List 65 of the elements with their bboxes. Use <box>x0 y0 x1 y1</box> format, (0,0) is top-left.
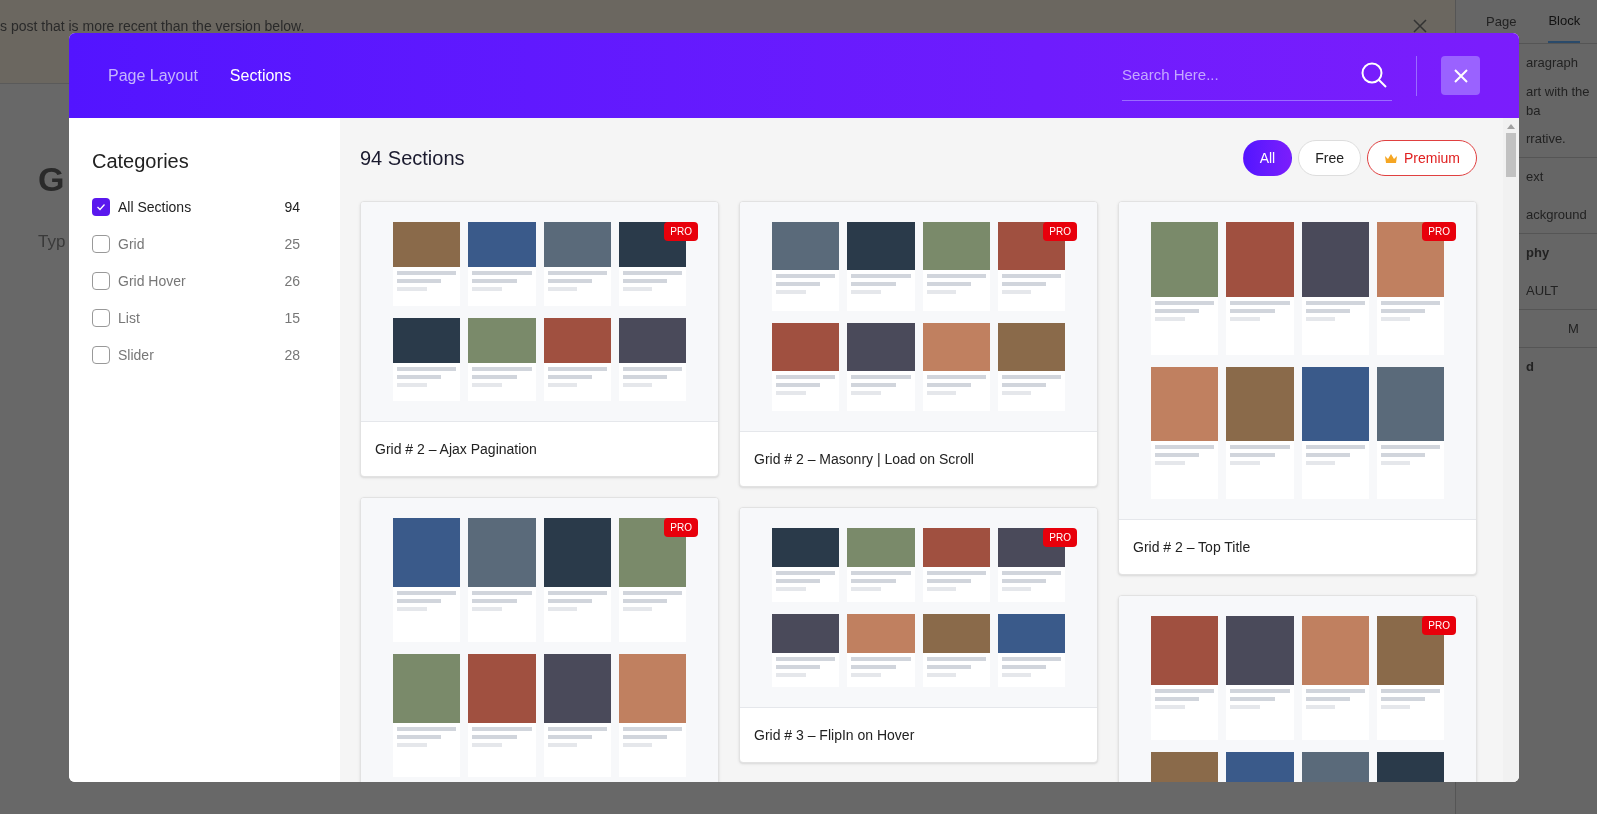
section-card[interactable]: PRO Grid # 2 – Top Title <box>1118 201 1477 575</box>
category-count: 26 <box>284 271 300 291</box>
close-button[interactable] <box>1441 56 1480 95</box>
pro-badge: PRO <box>1043 528 1077 547</box>
modal-tab[interactable]: Sections <box>229 63 292 88</box>
section-card[interactable]: PRO <box>1118 595 1477 782</box>
section-card[interactable]: PRO Grid # 2 – Masonry | Load on Scroll <box>739 201 1098 487</box>
category-label: Slider <box>118 345 154 365</box>
category-label: List <box>118 308 140 328</box>
card-title: Grid # 2 – Masonry | Load on Scroll <box>754 449 974 469</box>
card-title: Grid # 2 – Top Title <box>1133 537 1251 557</box>
sidebar-text: aragraph <box>1526 54 1579 73</box>
scrollbar-thumb[interactable] <box>1506 133 1516 177</box>
close-icon[interactable] <box>1412 18 1428 34</box>
section-card[interactable]: PRO <box>360 497 719 782</box>
search-icon <box>1360 61 1388 89</box>
checkbox[interactable] <box>92 309 110 327</box>
pro-badge: PRO <box>664 222 698 241</box>
checkbox[interactable] <box>92 346 110 364</box>
category-item[interactable]: List 15 <box>92 309 300 327</box>
section-card[interactable]: PRO Grid # 2 – Ajax Pagination <box>360 201 719 477</box>
card-title: Grid # 3 – FlipIn on Hover <box>754 725 915 745</box>
category-item[interactable]: All Sections 94 <box>92 198 300 216</box>
checkbox[interactable] <box>92 235 110 253</box>
category-label: All Sections <box>118 197 192 217</box>
category-count: 25 <box>284 234 300 254</box>
filter-pill[interactable]: All <box>1242 140 1293 176</box>
category-label: Grid <box>118 234 145 254</box>
check-icon <box>96 202 106 212</box>
category-item[interactable]: Grid 25 <box>92 235 300 253</box>
sidebar-tab[interactable]: Block <box>1548 0 1581 43</box>
notice-text: s post that is more recent than the version below. <box>0 17 305 36</box>
scroll-up-icon[interactable] <box>1507 124 1515 129</box>
card-title: Grid # 2 – Ajax Pagination <box>375 439 537 459</box>
sections-count-title: 94 Sections <box>360 146 465 171</box>
category-count: 28 <box>284 345 300 365</box>
category-item[interactable]: Slider 28 <box>92 346 300 364</box>
sidebar-text: rrative. <box>1526 129 1566 148</box>
pro-badge: PRO <box>1422 616 1456 635</box>
pro-badge: PRO <box>664 518 698 537</box>
sidebar-text: M <box>1568 319 1579 338</box>
sidebar-text: ext <box>1526 168 1544 187</box>
sidebar-text: phy <box>1526 244 1550 263</box>
pro-badge: PRO <box>1043 222 1077 241</box>
section-card[interactable]: PRO Grid # 3 – FlipIn on Hover <box>739 507 1098 763</box>
filter-pill[interactable]: Free <box>1298 140 1361 176</box>
category-label: Grid Hover <box>118 271 186 291</box>
sidebar-tab[interactable]: Page <box>1486 0 1517 43</box>
checkbox[interactable] <box>92 272 110 290</box>
category-count: 15 <box>284 308 300 328</box>
checkbox[interactable] <box>92 198 110 216</box>
pro-badge: PRO <box>1422 222 1456 241</box>
sidebar-text: art with the ba <box>1526 82 1591 120</box>
post-title: G <box>38 159 65 200</box>
search-field[interactable]: Search Here... <box>1122 63 1360 87</box>
close-icon <box>1452 67 1469 84</box>
modal-tab[interactable]: Page Layout <box>108 63 198 88</box>
filter-pill[interactable]: Premium <box>1367 140 1477 176</box>
category-count: 94 <box>284 197 300 217</box>
sidebar-text: AULT <box>1526 281 1559 300</box>
sidebar-text: d <box>1526 358 1534 377</box>
categories-title: Categories <box>92 149 190 174</box>
category-item[interactable]: Grid Hover 26 <box>92 272 300 290</box>
sidebar-text: ackground <box>1526 205 1587 224</box>
crown-icon <box>1384 152 1398 164</box>
